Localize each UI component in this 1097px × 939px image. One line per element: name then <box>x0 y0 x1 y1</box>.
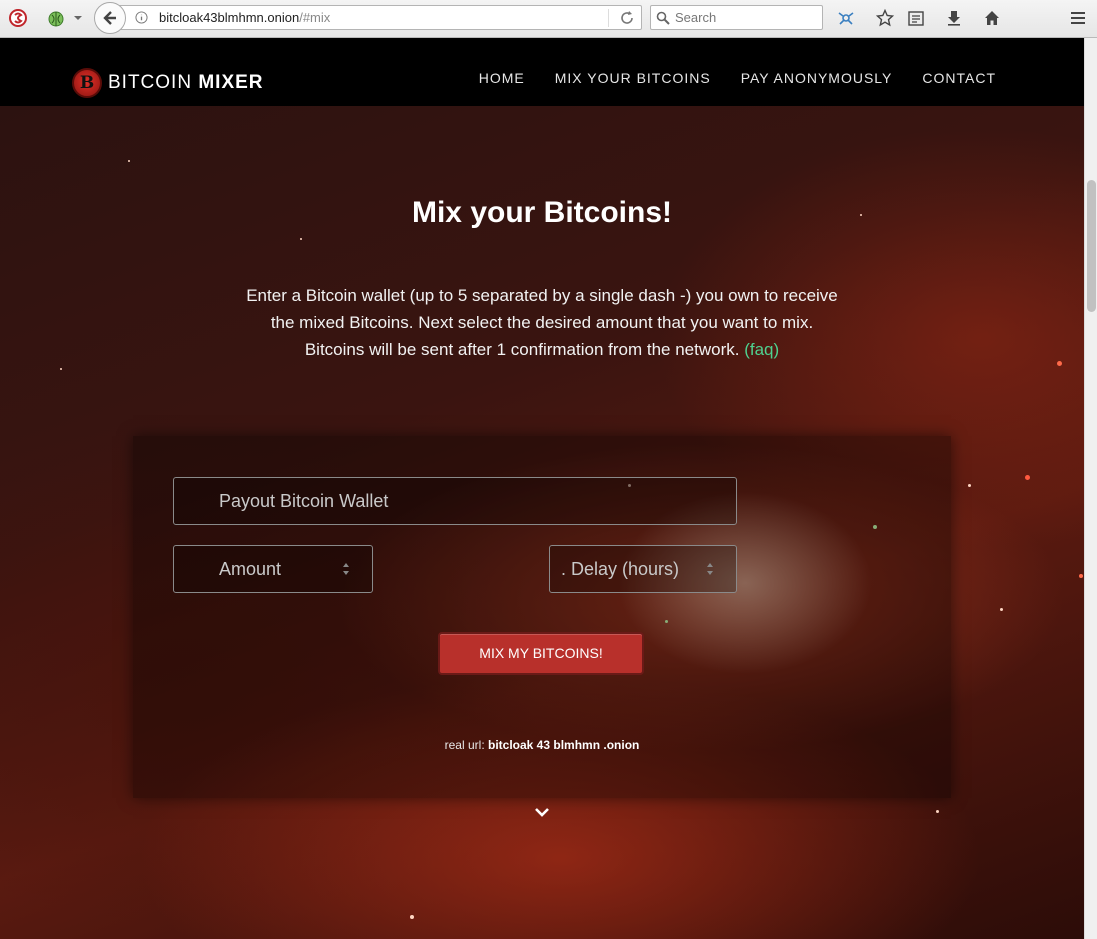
url-host: bitcloak43blmhmn.onion <box>159 10 300 25</box>
reload-icon[interactable] <box>619 10 635 26</box>
search-icon <box>656 11 670 25</box>
chevron-down-icon[interactable] <box>534 806 550 818</box>
reading-list-icon[interactable] <box>906 8 926 28</box>
search-placeholder: Search <box>675 10 717 25</box>
real-url-label: real url: <box>444 738 485 752</box>
download-icon[interactable] <box>944 8 964 28</box>
hero-line-3: Bitcoins will be sent after 1 confirmati… <box>222 336 862 363</box>
payout-wallet-input[interactable]: Payout Bitcoin Wallet <box>173 477 737 525</box>
nav-home[interactable]: HOME <box>479 70 525 86</box>
addon-icon[interactable] <box>46 8 66 28</box>
amount-input[interactable]: Amount <box>173 545 373 593</box>
star <box>128 160 130 162</box>
scrollbar-thumb[interactable] <box>1087 180 1096 312</box>
info-icon[interactable] <box>135 11 148 24</box>
star <box>1025 475 1030 480</box>
star <box>1000 608 1003 611</box>
spinner-icon[interactable] <box>342 562 350 576</box>
browser-toolbar: bitcloak43blmhmn.onion/#mix Search <box>0 0 1097 38</box>
hero-line-2: the mixed Bitcoins. Next select the desi… <box>270 313 814 332</box>
faq-link[interactable]: (faq) <box>744 340 779 359</box>
page-content: B BITCOIN MIXER HOME MIX YOUR BITCOINS P… <box>0 38 1084 939</box>
search-input[interactable]: Search <box>650 5 823 30</box>
star <box>410 915 414 919</box>
url-bar[interactable]: bitcloak43blmhmn.onion/#mix <box>112 5 642 30</box>
real-url-value: bitcloak 43 blmhmn .onion <box>488 738 640 752</box>
site-brand[interactable]: BITCOIN MIXER <box>108 72 264 94</box>
brand-part1: BITCOIN <box>108 72 193 93</box>
mix-my-bitcoins-button[interactable]: MIX MY BITCOINS! <box>438 632 644 675</box>
url-path: /#mix <box>299 10 331 25</box>
hero-line-1: Enter a Bitcoin wallet (up to 5 separate… <box>246 286 838 305</box>
nav-links: HOME MIX YOUR BITCOINS PAY ANONYMOUSLY C… <box>479 70 996 86</box>
back-button[interactable] <box>94 2 126 34</box>
star <box>1057 361 1062 366</box>
brand-part2: MIXER <box>198 72 264 93</box>
star <box>1079 574 1083 578</box>
wallet-placeholder: Payout Bitcoin Wallet <box>219 491 389 511</box>
hero-description: Enter a Bitcoin wallet (up to 5 separate… <box>222 282 862 363</box>
delay-input[interactable]: . Delay (hours) <box>549 545 737 593</box>
star <box>300 238 302 240</box>
real-url-note: real url: bitcloak 43 blmhmn .onion <box>133 738 951 752</box>
network-icon[interactable] <box>836 8 856 28</box>
chevron-down-icon[interactable] <box>70 8 86 28</box>
star <box>60 368 62 370</box>
shield-icon[interactable] <box>8 8 28 28</box>
home-icon[interactable] <box>982 8 1002 28</box>
nav-contact[interactable]: CONTACT <box>922 70 996 86</box>
page-scrollbar[interactable] <box>1084 38 1097 939</box>
star <box>936 810 939 813</box>
menu-icon[interactable] <box>1068 8 1088 28</box>
hero-line-3-text: Bitcoins will be sent after 1 confirmati… <box>304 340 740 359</box>
nav-pay-anonymously[interactable]: PAY ANONYMOUSLY <box>741 70 893 86</box>
url-divider <box>608 9 609 27</box>
star <box>968 484 971 487</box>
page-title: Mix your Bitcoins! <box>411 196 673 229</box>
back-arrow-icon <box>103 11 116 25</box>
nav-mix-your-bitcoins[interactable]: MIX YOUR BITCOINS <box>555 70 711 86</box>
bookmark-star-icon[interactable] <box>875 8 895 28</box>
amount-placeholder: Amount <box>219 559 282 579</box>
delay-placeholder: . Delay (hours) <box>561 559 680 579</box>
mix-form-panel: Payout Bitcoin Wallet Amount . Delay (ho… <box>133 436 951 798</box>
site-navbar: B BITCOIN MIXER HOME MIX YOUR BITCOINS P… <box>0 38 1084 106</box>
spinner-icon[interactable] <box>706 562 714 576</box>
bitcoin-logo-icon[interactable]: B <box>72 68 102 98</box>
